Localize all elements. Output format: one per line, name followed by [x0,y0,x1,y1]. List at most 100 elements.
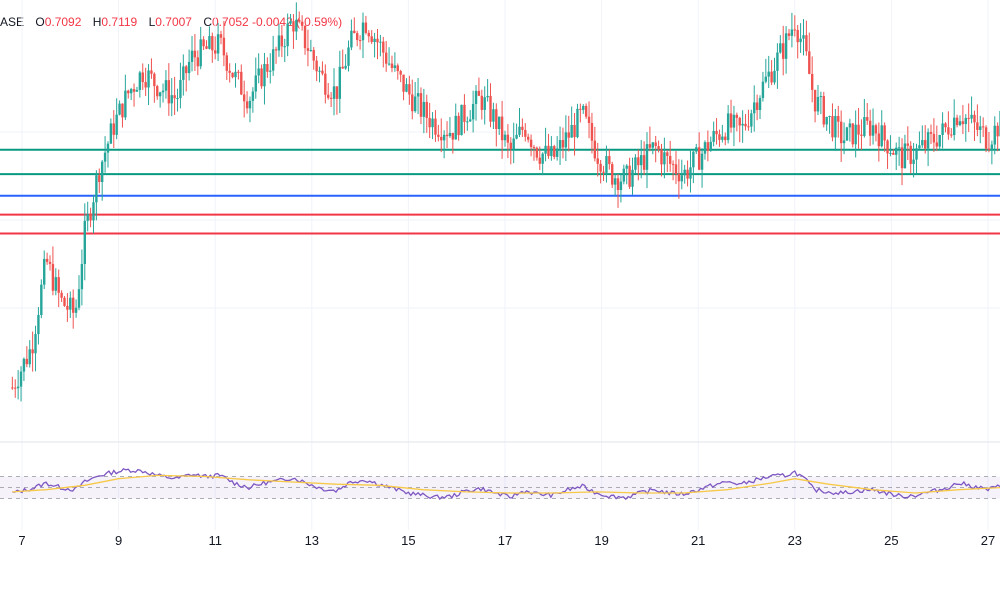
candle-body [382,41,385,53]
candle-body [187,61,191,74]
candle-body [95,175,98,203]
candle-body [167,80,171,104]
candle-body [973,114,976,123]
candle-body [509,142,512,150]
candle-body [384,52,388,64]
candle-body [747,126,750,128]
candle-body [892,152,895,155]
candle-body [961,121,965,125]
candle-body [231,72,234,78]
candle-body [411,94,414,112]
candle-body [225,55,228,71]
candle-body [952,117,956,136]
candle-body [874,125,878,134]
candle-body [640,155,643,166]
horizontal-levels[interactable] [0,148,1000,235]
candle-body [822,96,825,125]
candle-body [118,103,121,115]
candle-body [324,73,327,95]
candle-body [124,90,127,118]
candle-body [364,22,368,33]
candle-body [744,123,747,127]
candle-body [810,73,814,90]
candle-body [495,109,498,130]
candle-body [796,29,799,43]
candle-body [283,46,286,48]
candle-body [860,134,863,136]
candle-body [132,89,136,92]
candle-body [926,132,930,149]
candle-body [54,277,58,291]
candle-body [45,258,49,262]
candle-body [567,132,570,138]
candle-body [697,147,701,170]
candle-body [477,90,481,96]
candle-body [680,175,683,182]
candle-body [257,68,260,76]
candle-body [399,71,402,75]
candle-body [776,52,779,71]
candle-body [309,50,313,52]
candle-body [69,297,72,310]
candle-body [338,66,342,99]
x-tick-label: 21 [691,533,705,548]
candle-body [344,65,347,69]
candle-body [683,169,686,176]
candle-body [941,123,944,135]
candle-body [367,32,370,37]
candle-body [31,349,34,354]
candle-body [703,142,707,154]
candle-body [274,49,278,51]
candle-body [460,104,463,136]
candle-body [524,129,527,137]
candle-body [242,94,246,102]
candle-body [854,124,857,145]
candle-body [741,123,744,126]
candle-body [866,117,869,121]
candle-body [109,123,113,144]
candle-body [289,21,292,24]
candle-body [408,84,411,95]
candle-body [335,86,339,99]
candle-body [57,277,60,293]
candle-body [535,147,539,158]
candle-body [831,116,834,138]
x-tick-label: 13 [305,533,319,548]
candle-body [625,165,628,169]
candle-body [828,116,831,118]
candle-body [695,147,698,152]
candle-body [356,33,359,41]
candle-body [16,386,20,389]
candle-body [260,68,263,87]
candle-body [825,116,828,125]
candle-body [271,49,275,71]
candle-body [987,148,991,150]
candle-body [451,132,455,140]
x-tick-label: 11 [208,533,222,548]
candle-body [764,76,768,82]
candle-body [37,314,40,335]
candle-body [587,116,591,124]
candle-body [837,115,840,122]
price-chart[interactable]: 7 9 11 13 15 17 19 21 23 25 27 [0,0,1000,600]
candle-body [558,140,562,149]
candle-body [51,263,55,291]
candle-body [654,142,657,147]
candle-body [448,132,452,137]
candle-body [43,258,46,285]
candle-body [222,37,226,56]
candle-body [315,60,318,72]
candle-body [613,178,617,185]
candle-body [413,96,417,112]
candle-body [442,134,446,141]
candle-body [216,34,220,54]
candle-body [526,136,530,140]
candle-body [732,114,736,128]
candle-body [512,138,515,150]
candle-body [292,21,295,32]
candle-body [34,334,37,354]
candle-body [976,122,979,130]
candle-body [582,105,585,110]
candle-body [376,38,379,43]
x-tick-label: 17 [498,533,512,548]
